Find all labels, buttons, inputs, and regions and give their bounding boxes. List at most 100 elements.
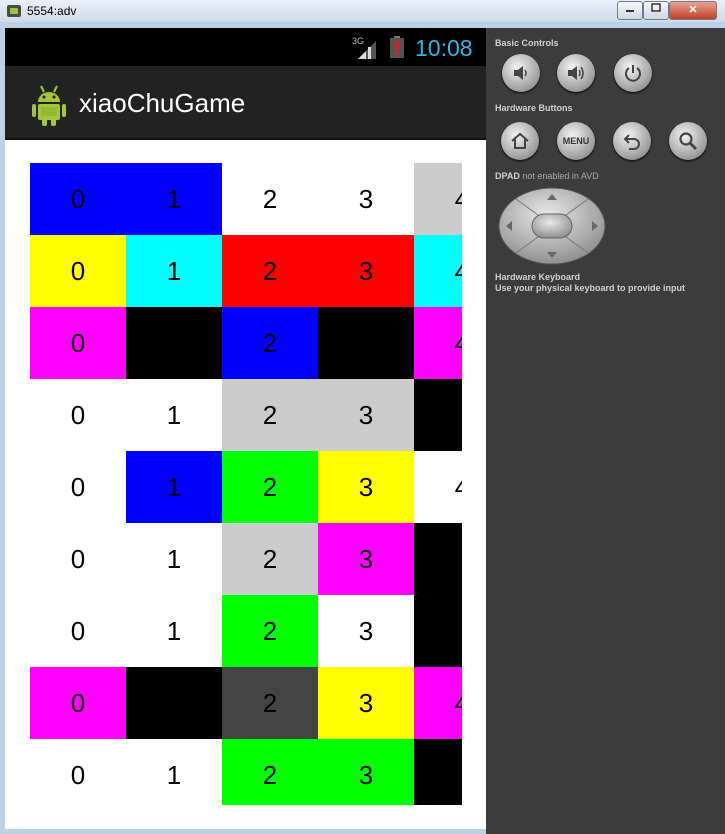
grid-cell-label: 2 [262,543,278,574]
grid-cell-label: 2 [262,255,278,286]
basic-controls-heading: Basic Controls [495,38,559,48]
minimize-icon [626,10,634,12]
grid-cell[interactable]: 1 [126,523,222,595]
grid-cell[interactable]: 3 [318,451,414,523]
search-button[interactable] [669,122,707,160]
grid-cell[interactable]: 2 [222,307,318,379]
grid-cell[interactable]: 0 [30,595,126,667]
grid-cell-label: 4 [455,328,462,359]
grid-cell[interactable]: 1 [126,379,222,451]
power-button[interactable] [614,54,652,92]
grid-cell[interactable]: 3 [318,739,414,805]
grid-cell[interactable]: 2 [222,523,318,595]
grid-cell-label: 0 [70,183,86,214]
grid-cell-label: 2 [262,327,278,358]
grid-cell[interactable]: 0 [30,523,126,595]
minimize-button[interactable] [617,1,643,20]
grid-cell-label: 1 [166,399,182,430]
grid-cell-label: 3 [358,327,374,358]
grid-cell-label: 3 [358,615,374,646]
grid-cell[interactable]: 2 [222,379,318,451]
grid-cell[interactable]: 4 [414,667,462,739]
volume-up-button[interactable] [557,54,595,92]
back-button[interactable] [613,122,651,160]
android-robot-icon [32,85,66,126]
dpad-control[interactable] [498,187,606,265]
grid-cell[interactable]: 0 [30,163,126,235]
grid-cell[interactable]: 0 [30,307,126,379]
grid-cell-label: 1 [166,543,182,574]
grid-cell[interactable]: 0 [30,739,126,805]
grid-cell[interactable]: 3 [318,523,414,595]
grid-cell[interactable]: 3 [318,379,414,451]
grid-cell-label: 1 [166,327,182,358]
grid-cell[interactable]: 0 [30,451,126,523]
grid-cell[interactable]: 2 [222,163,318,235]
grid-cell-label: 3 [358,543,374,574]
grid-cell[interactable]: 1 [126,307,222,379]
emulator-app-icon [7,5,21,17]
grid-cell[interactable]: 3 [318,595,414,667]
grid-cell-label: 3 [358,399,374,430]
grid-cell-label: 2 [262,183,278,214]
app-title: xiaoChuGame [79,88,246,118]
keyboard-note: Use your physical keyboard to provide in… [495,283,686,293]
grid-cell-label: 4 [455,184,462,215]
maximize-button[interactable] [643,1,669,20]
home-icon [511,132,529,149]
grid-cell[interactable]: 1 [126,235,222,307]
game-grid[interactable]: 0 1 2 3 4 0 1 2 3 4 0 1 2 3 4 0 1 2 3 4 0 1 2 3 4 0 1 2 3 4 0 1 2 3 4 0 1 2 3 4… [30,163,462,805]
grid-cell-label: 2 [262,399,278,430]
grid-cell[interactable]: 4 [414,379,462,451]
grid-cell-label: 4 [455,616,462,647]
grid-cell-label: 4 [455,256,462,287]
signal-3g-icon: 3G [352,36,376,59]
volume-down-button[interactable] [502,54,540,92]
grid-cell[interactable]: 3 [318,235,414,307]
grid-cell[interactable]: 1 [126,163,222,235]
grid-cell[interactable]: 3 [318,307,414,379]
grid-cell[interactable]: 0 [30,235,126,307]
grid-cell[interactable]: 2 [222,451,318,523]
grid-cell[interactable]: 4 [414,163,462,235]
grid-cell-label: 1 [166,471,182,502]
grid-cell-label: 1 [166,615,182,646]
grid-cell[interactable]: 1 [126,739,222,805]
grid-cell[interactable]: 3 [318,163,414,235]
grid-cell[interactable]: 1 [126,667,222,739]
grid-cell-label: 1 [166,255,182,286]
grid-cell[interactable]: 4 [414,523,462,595]
grid-cell-label: 4 [455,688,462,719]
grid-cell[interactable]: 0 [30,379,126,451]
grid-cell[interactable]: 4 [414,451,462,523]
grid-cell-label: 0 [70,255,86,286]
grid-cell-label: 0 [70,615,86,646]
volume-up-icon [568,66,584,80]
grid-cell[interactable]: 4 [414,307,462,379]
grid-cell[interactable]: 2 [222,739,318,805]
dpad-note: not enabled in AVD [522,171,599,181]
menu-button[interactable]: MENU [557,122,595,160]
grid-cell[interactable]: 2 [222,235,318,307]
home-button[interactable] [501,122,539,160]
window-title-bar: 5554:adv ✕ [0,0,725,22]
grid-cell[interactable]: 0 [30,667,126,739]
grid-cell[interactable]: 1 [126,595,222,667]
grid-cell-label: 0 [70,471,86,502]
close-button[interactable]: ✕ [669,1,717,20]
grid-cell-label: 3 [358,471,374,502]
grid-cell[interactable]: 4 [414,739,462,805]
grid-cell[interactable]: 4 [414,595,462,667]
grid-cell[interactable]: 3 [318,667,414,739]
grid-cell-label: 0 [70,543,86,574]
grid-cell[interactable]: 2 [222,667,318,739]
grid-cell[interactable]: 2 [222,595,318,667]
grid-cell-label: 4 [455,400,462,431]
maximize-icon [651,3,661,12]
grid-cell[interactable]: 1 [126,451,222,523]
close-icon: ✕ [688,4,698,16]
grid-cell-label: 2 [262,615,278,646]
phone-screen: 3G 10:08 xiaoChuGame 0 1 2 3 4 0 1 2 3 [5,28,486,829]
dpad-title: DPAD [495,171,520,181]
grid-cell[interactable]: 4 [414,235,462,307]
